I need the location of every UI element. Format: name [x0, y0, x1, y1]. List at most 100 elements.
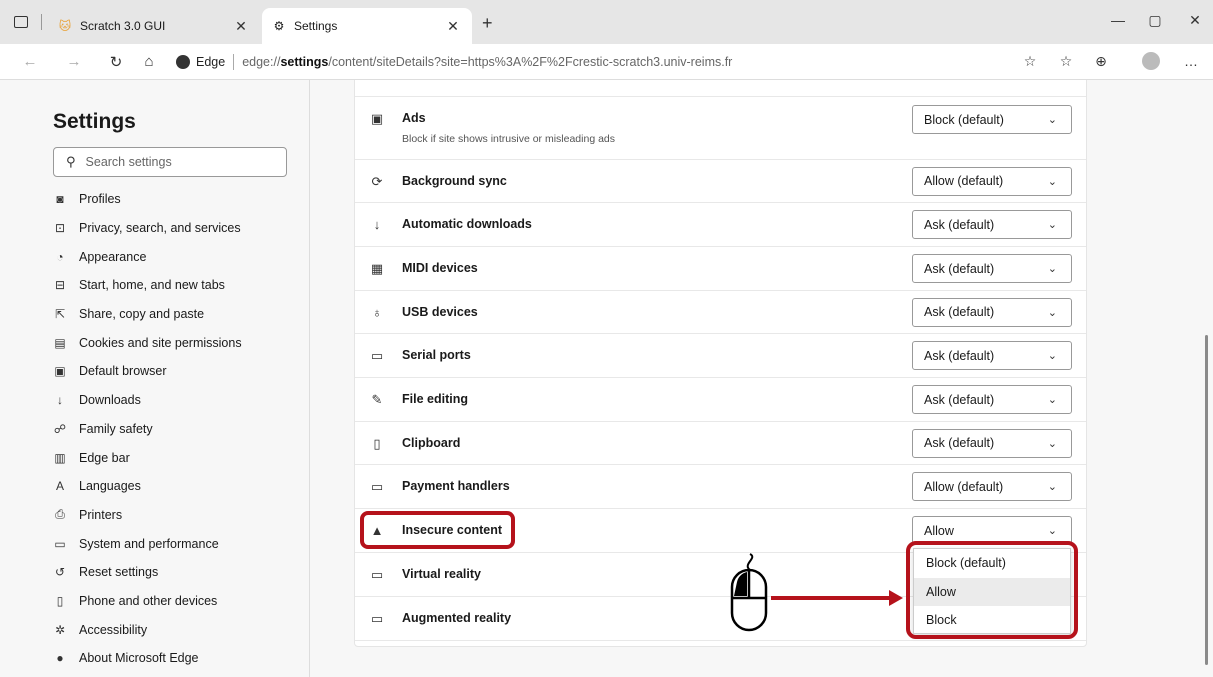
sidebar-item-label: Privacy, search, and services: [79, 221, 241, 236]
permission-select[interactable]: Ask (default) ⌄: [912, 210, 1072, 239]
tab-scratch[interactable]: 🐱 Scratch 3.0 GUI ✕: [48, 8, 260, 44]
permission-description: Block if site shows intrusive or mislead…: [402, 133, 616, 145]
sidebar-item[interactable]: ↓ Downloads: [53, 386, 303, 415]
select-value: Ask (default): [924, 305, 995, 319]
sidebar-item[interactable]: ⊟ Start, home, and new tabs: [53, 271, 303, 300]
download-icon: ↓: [57, 393, 63, 408]
search-input[interactable]: ⚲ Search settings: [53, 147, 287, 177]
permission-label: File editing: [402, 392, 468, 406]
permission-select[interactable]: Block (default) ⌄: [912, 105, 1072, 134]
profile-avatar[interactable]: [1142, 52, 1160, 70]
minimize-icon[interactable]: —: [1103, 12, 1133, 28]
permission-select[interactable]: Allow (default) ⌄: [912, 166, 1072, 196]
sidebar-item-label: Accessibility: [79, 622, 148, 637]
sidebar-item[interactable]: ☍ Family safety: [53, 415, 303, 444]
sidebar-item-label: System and performance: [79, 536, 219, 551]
sidebar-item[interactable]: ◔ Appearance: [53, 242, 303, 271]
sidebar-item-label: Phone and other devices: [79, 593, 218, 608]
select-value: Ask (default): [924, 392, 995, 407]
permission-select[interactable]: Ask (default) ⌄: [912, 428, 1072, 458]
cookies-icon: ▤: [54, 335, 66, 350]
sync-icon: ⟳: [371, 173, 383, 189]
maximize-icon[interactable]: ▢: [1140, 12, 1170, 29]
permission-select[interactable]: Ask (default) ⌄: [912, 385, 1072, 414]
sidebar-item[interactable]: ▤ Cookies and site permissions: [53, 328, 303, 357]
permission-row: ▦ MIDI devices Ask (default) ⌄: [355, 247, 1086, 291]
url-field[interactable]: Edge edge:// settings /content/siteDetai…: [176, 48, 1076, 76]
serial-port-icon: ▭: [370, 348, 384, 363]
url-host: settings: [280, 55, 329, 69]
annotation-arrowhead: [889, 590, 903, 606]
new-tab-icon[interactable]: +: [482, 14, 493, 32]
permission-label: Clipboard: [402, 435, 461, 450]
family-icon: ☍: [53, 421, 67, 436]
more-icon[interactable]: …: [1181, 53, 1201, 69]
permission-select[interactable]: Ask (default) ⌄: [912, 341, 1072, 370]
sidebar-item[interactable]: ● About Microsoft Edge: [53, 644, 303, 673]
site-name: Edge: [196, 55, 226, 69]
sidebar-item-label: Edge bar: [79, 450, 130, 465]
select-value: Ask (default): [924, 261, 995, 276]
tab-settings[interactable]: ⚙ Settings ✕: [262, 8, 472, 44]
chevron-down-icon: ⌄: [1047, 437, 1057, 450]
sidebar-item[interactable]: ▯ Phone and other devices: [53, 587, 303, 616]
sidebar-item-label: Appearance: [79, 249, 147, 264]
back-icon[interactable]: ←: [20, 53, 40, 70]
address-bar: ← → ↻ ⌂ Edge edge:// settings /content/s…: [0, 44, 1213, 80]
usb-icon: ♁: [372, 304, 382, 320]
chevron-down-icon: ⌄: [1047, 306, 1057, 319]
divider: [233, 54, 235, 70]
select-value: Block (default): [924, 112, 1004, 127]
ads-icon: ▣: [370, 111, 384, 126]
annotation-arrow: [771, 596, 891, 600]
home-icon[interactable]: ⌂: [139, 53, 159, 70]
sidebar-item[interactable]: ▭ System and performance: [53, 529, 303, 558]
sidebar-item[interactable]: ▣ Default browser: [53, 357, 303, 386]
favorites-icon[interactable]: ☆: [1056, 53, 1076, 70]
sidebar-item-label: Profiles: [79, 192, 121, 207]
settings-sidebar: Settings ⚲ Search settings ◙ Profiles ⊡ Pri…: [0, 80, 310, 677]
tab-actions-icon[interactable]: [14, 16, 28, 28]
profile-icon: ◙: [56, 192, 64, 207]
permission-select[interactable]: Ask (default) ⌄: [912, 297, 1072, 327]
chevron-down-icon: ⌄: [1047, 219, 1057, 231]
search-icon: ⚲: [66, 154, 76, 169]
close-tab-icon[interactable]: ✕: [232, 18, 250, 35]
clipboard-icon: ▯: [373, 435, 381, 451]
url-path: /content/siteDetails?site=https%3A%2F%2F…: [328, 55, 733, 69]
palette-icon: ◔: [56, 249, 64, 264]
sidebar-item[interactable]: ⊡ Privacy, search, and services: [53, 214, 303, 243]
permission-select[interactable]: Allow (default) ⌄: [912, 472, 1072, 501]
chevron-down-icon: ⌄: [1047, 394, 1057, 406]
sidebar-item[interactable]: ⇱ Share, copy and paste: [53, 300, 303, 329]
sidebar-item[interactable]: ▥ Edge bar: [53, 443, 303, 472]
close-tab-icon[interactable]: ✕: [444, 18, 462, 35]
close-window-icon[interactable]: ✕: [1180, 12, 1210, 29]
collections-icon[interactable]: ⊕: [1091, 53, 1111, 70]
scrollbar[interactable]: [1205, 335, 1208, 665]
add-favorite-icon[interactable]: ☆: [1020, 53, 1040, 70]
permission-row: ▯ Clipboard Ask (default) ⌄: [355, 422, 1086, 465]
sidebar-item-label: About Microsoft Edge: [79, 651, 199, 666]
sidebar-nav: ◙ Profiles ⊡ Privacy, search, and services ◔…: [53, 185, 303, 673]
chevron-down-icon: ⌄: [1047, 350, 1057, 362]
sidebar-item[interactable]: ✲ Accessibility: [53, 615, 303, 644]
permission-label: USB devices: [402, 304, 478, 319]
permission-label: Payment handlers: [402, 479, 510, 493]
sidebar-item-label: Share, copy and paste: [79, 307, 205, 322]
permission-select[interactable]: Ask (default) ⌄: [912, 254, 1072, 283]
select-value: Allow (default): [924, 479, 1004, 494]
sidebar-item[interactable]: ◙ Profiles: [53, 185, 303, 214]
forward-icon[interactable]: →: [64, 53, 84, 70]
share-icon: ⇱: [54, 307, 66, 322]
tab-bar: 🐱 Scratch 3.0 GUI ✕ ⚙ Settings ✕ + — ▢ ✕: [0, 0, 1213, 44]
sidebar-item-label: Languages: [79, 479, 141, 494]
permission-label: Automatic downloads: [402, 217, 532, 231]
accessibility-icon: ✲: [54, 622, 66, 637]
refresh-icon[interactable]: ↻: [106, 53, 126, 71]
permission-label: Augmented reality: [402, 611, 512, 625]
sidebar-item[interactable]: ⎙ Printers: [53, 501, 303, 530]
sidebar-item[interactable]: A Languages: [53, 472, 303, 501]
file-edit-icon: ✎: [371, 392, 383, 407]
sidebar-item[interactable]: ↺ Reset settings: [53, 558, 303, 587]
